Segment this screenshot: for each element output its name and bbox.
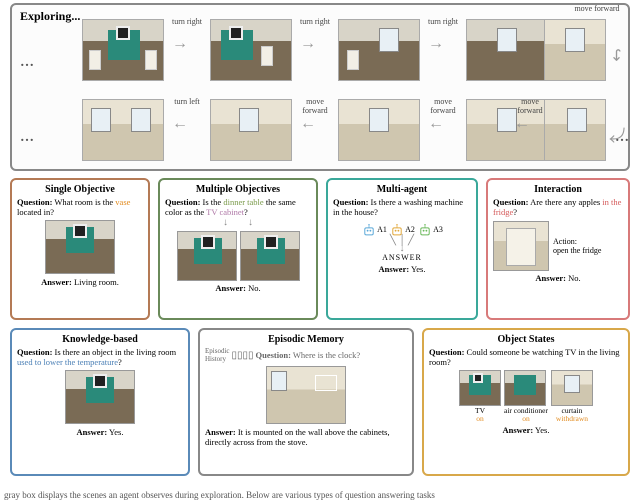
curved-arrow-icon: ⤵: [606, 127, 630, 143]
answer-text: Answer: Yes.: [333, 264, 471, 274]
card-object-states: Object States Question: Could someone be…: [422, 328, 630, 476]
scene-thumb: [338, 99, 420, 161]
action-text: Action: open the fridge: [553, 237, 601, 255]
scene-thumb: [45, 220, 115, 274]
card-multi-agent: Multi-agent Question: Is there a washing…: [326, 178, 478, 320]
question-text: Question: Could someone be watching TV i…: [429, 347, 623, 367]
action-label: move forward: [423, 97, 463, 115]
robot-icon: [362, 223, 376, 237]
arrow-left-icon: ←: [300, 115, 316, 133]
episodic-history-row: Episodic History ▯▯▯▯ Question: Where is…: [205, 347, 407, 363]
exploration-panel: Exploring... … … … turn right→ turn righ…: [10, 3, 630, 171]
exploring-label: Exploring...: [20, 9, 80, 24]
arrow-right-icon: →: [300, 35, 316, 53]
merge-arrows-icon: ╲ │ ╱↓: [333, 237, 471, 253]
card-title: Multiple Objectives: [165, 184, 311, 195]
scene-thumb: [544, 99, 606, 161]
scene-thumb: [544, 19, 606, 81]
arrow-left-icon: ←: [514, 115, 530, 133]
card-title: Multi-agent: [333, 184, 471, 195]
scene-thumb: [551, 370, 593, 406]
scene-thumb: [82, 99, 164, 161]
card-title: Knowledge-based: [17, 334, 183, 345]
scene-thumb: [466, 19, 548, 81]
curved-arrow-icon: ↪: [607, 48, 627, 61]
arrow-left-icon: ←: [172, 115, 188, 133]
question-text: Question: Is the dinner table the same c…: [165, 197, 311, 217]
scene-thumb: [493, 221, 549, 271]
scene-thumb: [266, 366, 346, 424]
ellipsis-icon: …: [20, 130, 34, 146]
answer-text: Answer: No.: [493, 273, 623, 283]
card-title: Interaction: [493, 184, 623, 195]
action-label: turn right: [167, 17, 207, 26]
scene-thumb: [459, 370, 501, 406]
action-label: move forward: [572, 4, 622, 13]
card-title: Single Objective: [17, 184, 143, 195]
card-title: Object States: [429, 334, 623, 345]
scene-thumb: [82, 19, 164, 81]
action-label: turn left: [167, 97, 207, 106]
answer-text: Answer: Living room.: [17, 277, 143, 287]
scene-thumb: [240, 231, 300, 281]
card-title: Episodic Memory: [205, 334, 407, 345]
arrow-left-icon: ←: [428, 115, 444, 133]
filmstrip-icon: ▯▯▯▯: [232, 350, 254, 361]
scene-thumb: [177, 231, 237, 281]
card-interaction: Interaction Question: Are there any appl…: [486, 178, 630, 320]
answer-text: Answer: Yes.: [429, 425, 623, 435]
scene-thumb: [65, 370, 135, 424]
answer-text: Answer: It is mounted on the wall above …: [205, 427, 407, 447]
card-knowledge-based: Knowledge-based Question: Is there an ob…: [10, 328, 190, 476]
scene-thumb: [210, 19, 292, 81]
answer-label: ANSWER: [333, 253, 471, 262]
action-label: move forward: [510, 97, 550, 115]
scene-thumb: [504, 370, 546, 406]
question-text: Question: Is there an object in the livi…: [17, 347, 183, 367]
robot-icon: [418, 223, 432, 237]
scene-thumb: [338, 19, 420, 81]
action-label: turn right: [295, 17, 335, 26]
card-episodic-memory: Episodic Memory Episodic History ▯▯▯▯ Qu…: [198, 328, 414, 476]
scene-thumb: [210, 99, 292, 161]
figure-caption: gray box displays the scenes an agent ob…: [4, 490, 636, 500]
answer-text: Answer: Yes.: [17, 427, 183, 437]
answer-text: Answer: No.: [165, 283, 311, 293]
action-label: turn right: [423, 17, 463, 26]
arrow-down-icon: ↓ ↓: [165, 217, 311, 228]
question-text: Question: What room is the vase located …: [17, 197, 143, 217]
arrow-right-icon: →: [172, 35, 188, 53]
ellipsis-icon: …: [20, 55, 34, 71]
question-text: Question: Are there any apples in the fr…: [493, 197, 623, 217]
question-text: Question: Is there a washing machine in …: [333, 197, 471, 217]
card-single-objective: Single Objective Question: What room is …: [10, 178, 150, 320]
card-multiple-objectives: Multiple Objectives Question: Is the din…: [158, 178, 318, 320]
arrow-right-icon: →: [428, 35, 444, 53]
action-label: move forward: [295, 97, 335, 115]
